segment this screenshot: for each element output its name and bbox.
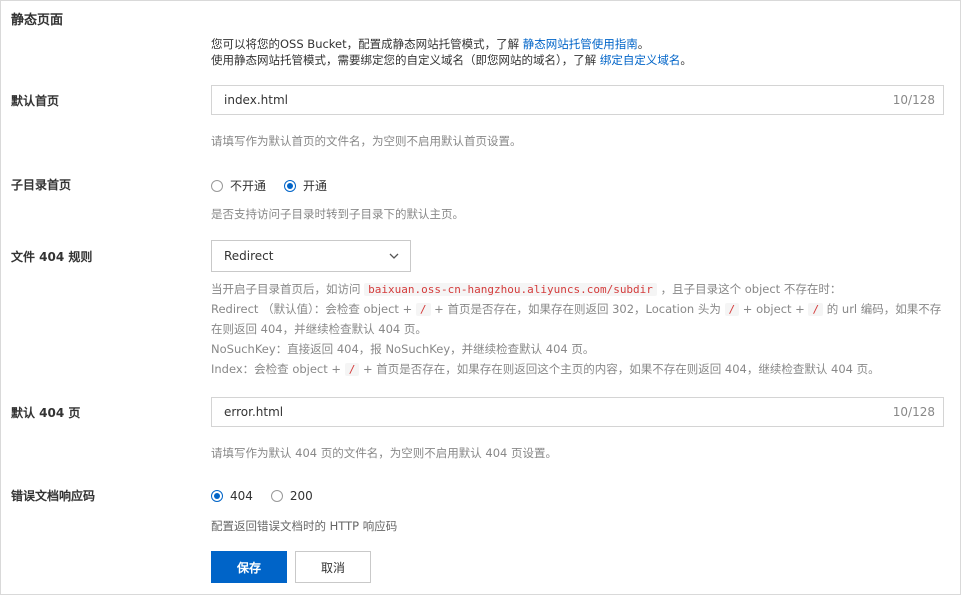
subdir-index-label: 子目录首页 [11, 178, 72, 192]
help-text: Index：会检查 object + [211, 362, 345, 376]
help-text: Redirect （默认值）：会检查 object + [211, 302, 416, 316]
subdir-index-help: 是否支持访问子目录时转到子目录下的默认主页。 [211, 207, 464, 221]
default-index-value: index.html [224, 93, 288, 107]
error-code-help: 配置返回错误文档时的 HTTP 响应码 [211, 519, 398, 533]
intro-line-2: 使用静态网站托管模式，需要绑定您的自定义域名（即您网站的域名），了解 绑定自定义… [211, 52, 692, 69]
intro-text-2: 使用静态网站托管模式，需要绑定您的自定义域名（即您网站的域名），了解 [211, 53, 600, 67]
default-404-input[interactable]: error.html 10/128 [211, 397, 944, 427]
default-index-counter: 10/128 [892, 93, 935, 107]
default-index-label: 默认首页 [11, 94, 60, 108]
subdir-index-radio-group: 不开通 开通 [211, 177, 345, 194]
rule-404-help-line-3: 在则返回 404，并继续检查默认 404 页。 [211, 322, 427, 336]
slash-code: / [344, 363, 360, 376]
help-text: 当开启子目录首页后，如访问 [211, 282, 365, 296]
help-text: ，且子目录这个 object 不存在时： [656, 282, 842, 296]
chevron-down-icon [389, 253, 399, 259]
section-title: 静态页面 [11, 13, 64, 28]
help-text: 的 url 编码，如果不存 [823, 302, 942, 316]
help-text: + 首页是否存在，如果存在则返回这个主页的内容，如果不存在则返回 404，继续检… [359, 362, 880, 376]
radio-on-icon [284, 179, 297, 192]
code-404-label: 404 [230, 489, 253, 503]
subdir-off-label: 不开通 [230, 179, 267, 193]
default-404-label: 默认 404 页 [11, 406, 81, 420]
rule-404-select[interactable]: Redirect [211, 240, 411, 272]
example-url-code: baixuan.oss-cn-hangzhou.aliyuncs.com/sub… [364, 283, 657, 296]
default-index-input[interactable]: index.html 10/128 [211, 85, 944, 115]
intro-end-1: 。 [637, 37, 650, 51]
radio-off-icon [211, 179, 223, 192]
code-200-radio[interactable]: 200 [270, 489, 313, 503]
intro-line-1: 您可以将您的OSS Bucket，配置成静态网站托管模式，了解 静态网站托管使用… [211, 36, 649, 53]
default-index-help: 请填写作为默认首页的文件名，为空则不启用默认首页设置。 [211, 134, 522, 148]
code-404-radio[interactable]: 404 [211, 489, 253, 503]
help-text: + object + [739, 302, 809, 316]
default-404-help: 请填写作为默认 404 页的文件名，为空则不启用默认 404 页设置。 [211, 446, 558, 460]
slash-code: / [808, 303, 824, 316]
slash-code: / [724, 303, 740, 316]
radio-on-icon [211, 490, 223, 502]
cancel-button[interactable]: 取消 [295, 551, 371, 583]
default-404-value: error.html [224, 405, 284, 419]
static-hosting-guide-link[interactable]: 静态网站托管使用指南 [523, 37, 638, 51]
subdir-off-radio[interactable]: 不开通 [211, 177, 266, 194]
save-button[interactable]: 保存 [211, 551, 287, 583]
bind-domain-link[interactable]: 绑定自定义域名 [600, 53, 681, 67]
error-code-radio-group: 404 200 [211, 489, 331, 503]
subdir-on-radio[interactable]: 开通 [284, 177, 327, 194]
intro-text-1: 您可以将您的OSS Bucket，配置成静态网站托管模式，了解 [211, 37, 523, 51]
rule-404-label: 文件 404 规则 [11, 250, 93, 264]
subdir-on-label: 开通 [303, 179, 328, 193]
code-200-label: 200 [289, 489, 313, 503]
rule-404-help-line-2: Redirect （默认值）：会检查 object + / + 首页是否存在，如… [211, 299, 941, 320]
error-code-label: 错误文档响应码 [11, 489, 96, 503]
slash-code: / [415, 303, 431, 316]
rule-404-help-line-5: Index：会检查 object + / + 首页是否存在，如果存在则返回这个主… [211, 359, 880, 380]
rule-404-selected: Redirect [224, 249, 274, 263]
radio-off-icon [270, 490, 283, 502]
rule-404-help-line-1: 当开启子目录首页后，如访问 baixuan.oss-cn-hangzhou.al… [211, 279, 841, 300]
rule-404-help-line-4: NoSuchKey：直接返回 404，报 NoSuchKey，并继续检查默认 4… [211, 342, 595, 356]
help-text: + 首页是否存在，如果存在则返回 302，Location 头为 [430, 302, 725, 316]
intro-end-2: 。 [680, 53, 692, 67]
default-404-counter: 10/128 [892, 405, 935, 419]
